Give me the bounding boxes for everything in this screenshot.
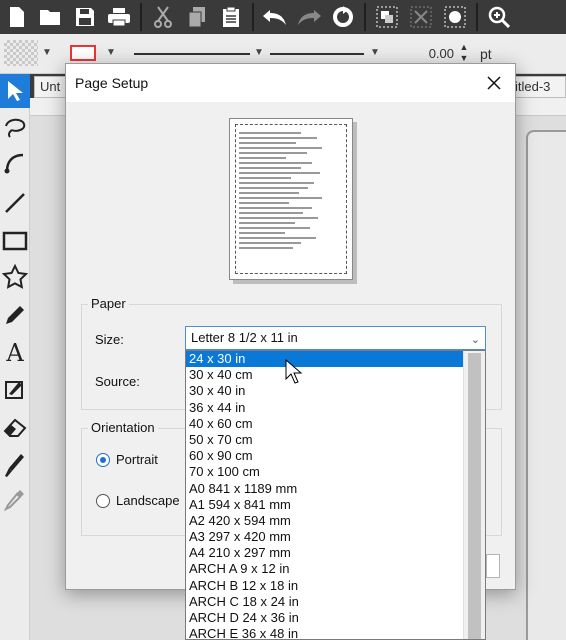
save-icon[interactable] — [68, 0, 102, 34]
fill-pattern-swatch[interactable] — [4, 40, 38, 66]
line-tool-icon[interactable] — [0, 186, 30, 220]
size-option[interactable]: 40 x 60 cm — [186, 416, 464, 432]
main-toolbar — [0, 0, 566, 34]
landscape-label: Landscape — [116, 493, 180, 508]
portrait-radio[interactable] — [96, 452, 110, 467]
eyedropper-tool-icon[interactable] — [0, 484, 30, 518]
page-preview-content — [235, 124, 347, 274]
copy-icon[interactable] — [180, 0, 214, 34]
landscape-radio[interactable] — [96, 493, 110, 508]
size-option[interactable]: ARCH D 24 x 36 in — [186, 610, 464, 626]
size-label: Size: — [95, 332, 124, 347]
size-select-value: Letter 8 1/2 x 11 in — [191, 330, 298, 345]
size-option[interactable]: 30 x 40 in — [186, 383, 464, 399]
dialog-titlebar[interactable]: Page Setup — [66, 64, 515, 102]
size-option[interactable]: ARCH B 12 x 18 in — [186, 578, 464, 594]
paper-group-title: Paper — [88, 296, 129, 311]
size-option[interactable]: 50 x 70 cm — [186, 432, 464, 448]
eraser-tool-icon[interactable] — [0, 410, 30, 444]
size-dropdown-list[interactable]: 24 x 30 in 30 x 40 cm 30 x 40 in 36 x 44 in… — [185, 350, 486, 640]
size-option[interactable]: 30 x 40 cm — [186, 367, 464, 383]
size-select[interactable]: Letter 8 1/2 x 11 in ⌄ — [185, 326, 486, 350]
text-tool-icon[interactable]: A — [0, 336, 30, 370]
new-icon[interactable] — [0, 0, 34, 34]
chevron-down-icon[interactable]: ▼ — [106, 47, 116, 58]
star-tool-icon[interactable] — [0, 260, 30, 294]
refresh-icon[interactable] — [326, 0, 360, 34]
stroke-width-unit: pt — [480, 46, 492, 62]
group-icon[interactable] — [370, 0, 404, 34]
print-icon[interactable] — [102, 0, 136, 34]
curve-tool-icon[interactable] — [0, 146, 30, 180]
zoom-icon[interactable] — [482, 0, 516, 34]
undo-icon[interactable] — [258, 0, 292, 34]
freehand-select-icon[interactable] — [0, 110, 30, 144]
cut-icon[interactable] — [146, 0, 180, 34]
toolbar-separator — [252, 3, 254, 31]
paste-icon[interactable] — [214, 0, 248, 34]
chevron-down-icon[interactable]: ▼ — [254, 47, 264, 58]
size-option[interactable]: 36 x 44 in — [186, 400, 464, 416]
dialog-button[interactable] — [486, 554, 500, 578]
mouse-cursor-icon — [285, 359, 303, 384]
size-option[interactable]: 24 x 30 in — [186, 351, 464, 368]
select-tool-icon[interactable] — [0, 74, 30, 108]
landscape-radio-option[interactable]: Landscape — [96, 493, 180, 508]
source-label: Source: — [95, 374, 140, 389]
size-option[interactable]: A4 210 x 297 mm — [186, 545, 464, 561]
portrait-radio-option[interactable]: Portrait — [96, 452, 158, 467]
size-option[interactable]: A1 594 x 841 mm — [186, 497, 464, 513]
scrollbar-thumb[interactable] — [468, 353, 481, 639]
size-option[interactable]: 70 x 100 cm — [186, 464, 464, 480]
toolbar-separator — [476, 3, 478, 31]
image-tool-icon[interactable] — [0, 372, 30, 406]
portrait-label: Portrait — [116, 452, 158, 467]
size-option[interactable]: ARCH E 36 x 48 in — [186, 626, 464, 639]
rectangle-tool-icon[interactable] — [0, 224, 30, 258]
toolbar-separator — [364, 3, 366, 31]
dialog-title: Page Setup — [75, 75, 149, 91]
chevron-down-icon[interactable]: ▼ — [42, 47, 52, 58]
canvas-page[interactable] — [526, 130, 566, 640]
stroke-width-input[interactable]: 0.00 — [404, 44, 454, 64]
open-icon[interactable] — [34, 0, 68, 34]
document-tab-active[interactable]: itled-3 — [510, 76, 566, 98]
page-preview — [229, 118, 353, 280]
fill-icon[interactable] — [438, 0, 472, 34]
knife-tool-icon[interactable] — [0, 448, 30, 482]
close-icon[interactable] — [481, 70, 507, 96]
size-option[interactable]: A0 841 x 1189 mm — [186, 481, 464, 497]
ungroup-icon[interactable] — [404, 0, 438, 34]
size-option[interactable]: 60 x 90 cm — [186, 448, 464, 464]
orientation-group-title: Orientation — [88, 420, 158, 435]
toolbox: A — [0, 74, 30, 640]
chevron-down-icon[interactable]: ⌄ — [471, 329, 480, 351]
chevron-down-icon[interactable]: ▼ — [370, 47, 380, 58]
size-option[interactable]: ARCH A 9 x 12 in — [186, 561, 464, 577]
pencil-tool-icon[interactable] — [0, 298, 30, 332]
line-style-selector[interactable] — [134, 53, 250, 55]
size-options: 24 x 30 in 30 x 40 cm 30 x 40 in 36 x 44 in… — [186, 351, 464, 639]
size-option[interactable]: ARCH C 18 x 24 in — [186, 594, 464, 610]
dropdown-scrollbar[interactable] — [463, 351, 485, 639]
toolbar-separator — [140, 3, 142, 31]
size-option[interactable]: A2 420 x 594 mm — [186, 513, 464, 529]
size-option[interactable]: A3 297 x 420 mm — [186, 529, 464, 545]
stroke-color-swatch[interactable] — [70, 45, 96, 61]
redo-icon[interactable] — [292, 0, 326, 34]
line-end-selector[interactable] — [270, 53, 364, 55]
